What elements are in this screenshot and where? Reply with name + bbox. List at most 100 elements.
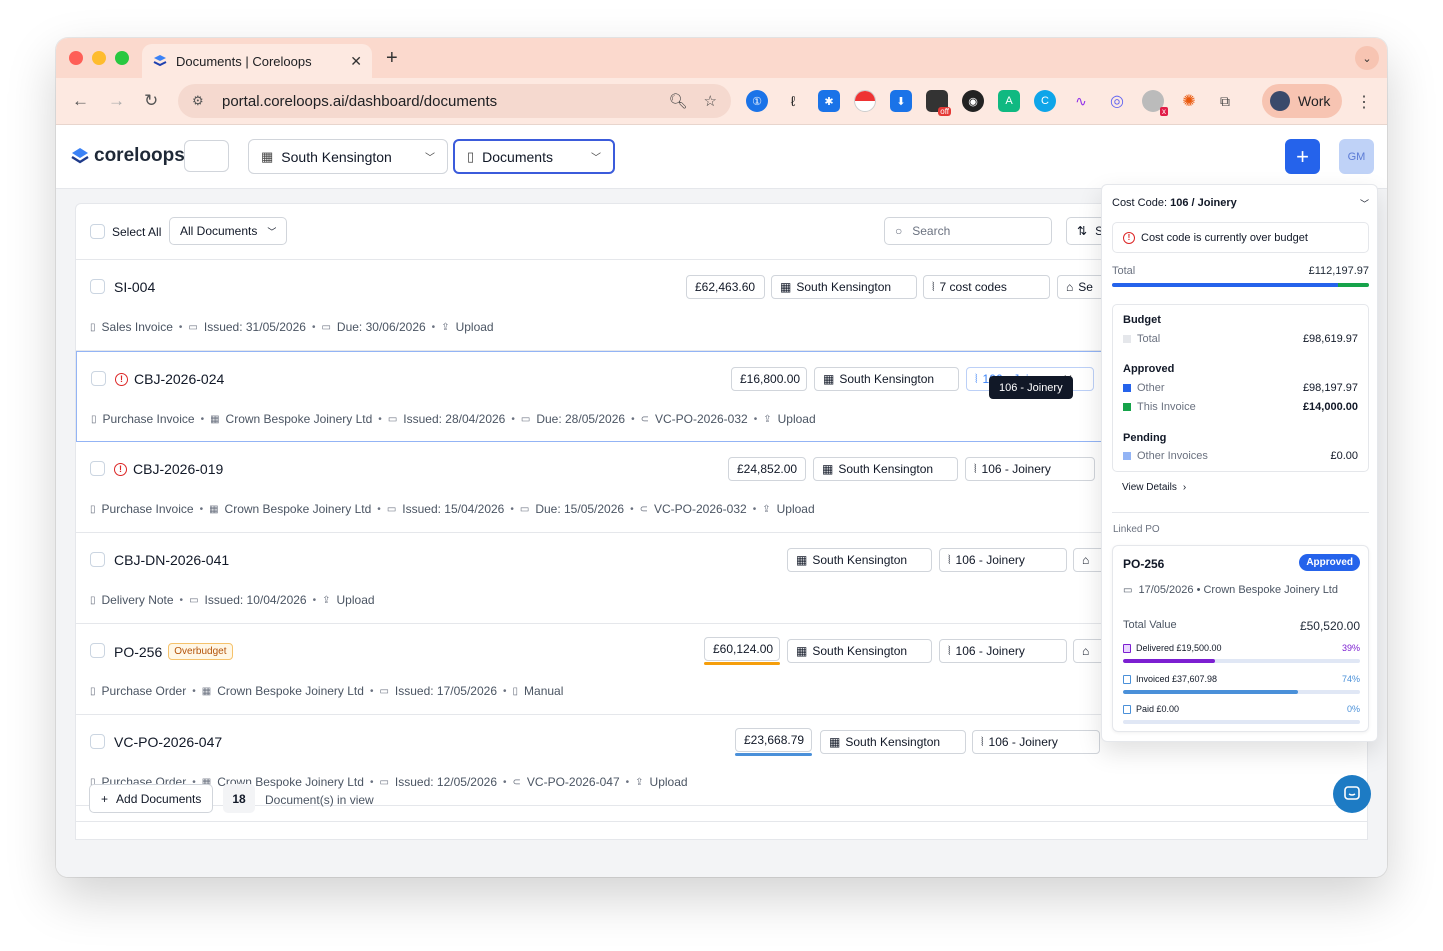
user-avatar[interactable]: GM [1339,139,1374,174]
password-manager-extension-icon[interactable]: ① [746,90,768,112]
reload-icon[interactable]: ↻ [144,91,158,111]
profile-label: Work [1298,93,1331,109]
view-details-label: View Details [1122,482,1177,493]
site-chip[interactable]: ▦ South Kensington [771,275,917,299]
app-root: coreloops ▦ South Kensington ﹀ ▯ Documen… [56,125,1387,877]
row-checkbox[interactable] [90,552,105,567]
tab-search-chevron-icon[interactable]: ⌄ [1355,46,1379,70]
site-text: South Kensington [838,462,934,476]
bookmark-star-icon[interactable]: ☆ [704,92,717,110]
source: Upload [777,412,816,426]
row-checkbox[interactable] [91,371,106,386]
row-checkbox[interactable] [90,461,105,476]
site-text: South Kensington [812,644,908,658]
progress-label: Delivered £19,500.00 [1136,643,1222,653]
site-selector[interactable]: ▦ South Kensington ﹀ [248,139,448,174]
select-all[interactable]: Select All [90,224,161,239]
signature-extension-icon[interactable]: ℓ [782,90,804,112]
snowflake-extension-icon[interactable]: ✱ [818,90,840,112]
puzzle-extensions-icon[interactable]: ⧉ [1214,90,1236,112]
popover-total: Total £112,197.97 [1112,265,1369,277]
cost-code-chip[interactable]: ⦚ 7 cost codes [923,275,1050,299]
line-label: Total [1137,333,1161,345]
c-extension-icon[interactable]: C [1034,90,1056,112]
document-meta: ▯ Purchase Order • ▦ Crown Bespoke Joinery … [90,684,564,698]
site-settings-icon[interactable]: ⚙ [192,93,210,109]
profile-button[interactable]: Work [1262,84,1342,118]
row-checkbox[interactable] [90,734,105,749]
download-extension-icon[interactable]: ⬇ [890,90,912,112]
maximize-window-button[interactable] [115,51,129,65]
row-checkbox[interactable] [90,279,105,294]
popover-header[interactable]: Cost Code: 106 / Joinery ﹀ [1112,197,1369,210]
due-date: Due: 15/05/2026 [535,502,625,516]
add-button[interactable]: + [1285,139,1320,174]
supplier: Crown Bespoke Joinery Ltd [224,502,372,516]
document-id[interactable]: PO-256 Overbudget [114,643,233,660]
swatch [1123,335,1131,343]
forward-arrow-icon[interactable]: → [108,91,125,111]
cost-code-chip[interactable]: ⦚ 106 - Joinery [939,639,1067,663]
tab-close-icon[interactable]: ✕ [350,53,362,70]
select-all-checkbox[interactable] [90,224,105,239]
linked-po-card[interactable]: PO-256 Approved ▭ 17/05/2026 • Crown Bes… [1112,545,1369,732]
pokeball-extension-icon[interactable] [854,90,876,112]
waveform-extension-icon[interactable]: ∿ [1070,90,1092,112]
browser-menu-icon[interactable]: ⋮ [1356,92,1372,112]
view-details-link[interactable]: View Details › [1122,482,1186,493]
document-icon: ▯ [90,594,96,606]
calendar-icon: ▭ [520,413,531,425]
document-id[interactable]: VC-PO-2026-047 [114,734,222,750]
browser-tab[interactable]: Documents | Coreloops ✕ [142,44,372,78]
doc-type: Purchase Invoice [102,412,195,426]
add-documents-button[interactable]: + Add Documents [89,784,214,813]
close-window-button[interactable] [69,51,83,65]
document-id[interactable]: SI-004 [114,279,155,295]
line-label: This Invoice [1137,401,1196,413]
document-count: 18 [223,784,255,813]
site-chip[interactable]: ▦ South Kensington [814,367,959,391]
amount-text: £16,800.00 [740,372,801,386]
document-id[interactable]: CBJ-DN-2026-041 [114,552,229,568]
claude-extension-icon[interactable]: ✺ [1178,90,1200,112]
document-id[interactable]: ! CBJ-2026-024 [115,371,224,387]
site-chip[interactable]: ▦ South Kensington [787,639,932,663]
minimize-window-button[interactable] [92,51,106,65]
cost-code-chip[interactable]: ⦚ 106 - Joinery [972,730,1100,754]
chevron-down-icon[interactable]: ﹀ [1360,197,1369,210]
status-badge: Approved [1299,554,1360,571]
address-bar[interactable]: ⚙ portal.coreloops.ai/dashboard/document… [178,84,731,118]
chat-support-button[interactable] [1333,775,1371,813]
document-icon: ▯ [90,503,96,515]
site-chip[interactable]: ▦ South Kensington [813,457,958,481]
site-chip[interactable]: ▦ South Kensington [820,730,966,754]
cost-code-chip[interactable]: ⦚ 106 - Joinery [965,457,1095,481]
row-checkbox[interactable] [90,643,105,658]
off-extension-icon[interactable]: off [926,90,951,116]
popover-title-prefix: Cost Code: [1112,197,1171,209]
site-chip[interactable]: ▦ South Kensington [787,548,932,572]
cost-code-popover: Cost Code: 106 / Joinery ﹀ ! Cost code i… [1101,184,1378,742]
a-extension-icon[interactable]: A [998,90,1020,112]
site-selector-label: South Kensington [281,148,392,165]
invoice-icon [1123,674,1131,684]
amount-text: £60,124.00 [713,642,774,656]
total-label: Total [1112,265,1136,277]
receipt-icon [1123,704,1131,714]
back-arrow-icon[interactable]: ← [72,91,89,111]
line-value: £0.00 [1330,450,1358,462]
profile-avatar-icon [1270,91,1290,111]
total-progress-approved [1112,283,1338,287]
refresh-extension-icon[interactable]: ◎ [1106,90,1128,112]
view-selector[interactable]: ▯ Documents ﹀ [453,139,615,174]
disabled-extension-icon[interactable]: x [1142,90,1168,116]
search-input[interactable]: ○ Search [884,217,1052,245]
document-id[interactable]: ! CBJ-2026-019 [114,461,223,477]
document-filter-dropdown[interactable]: All Documents ﹀ [169,217,288,245]
zoom-icon[interactable]: 🔍︎ [669,92,688,110]
disc-extension-icon[interactable]: ◉ [962,90,984,112]
document-id-text: CBJ-2026-024 [134,371,225,387]
new-tab-icon[interactable]: + [386,47,398,70]
coreloops-logo[interactable]: coreloops [70,145,185,167]
cost-code-chip[interactable]: ⦚ 106 - Joinery [939,548,1067,572]
